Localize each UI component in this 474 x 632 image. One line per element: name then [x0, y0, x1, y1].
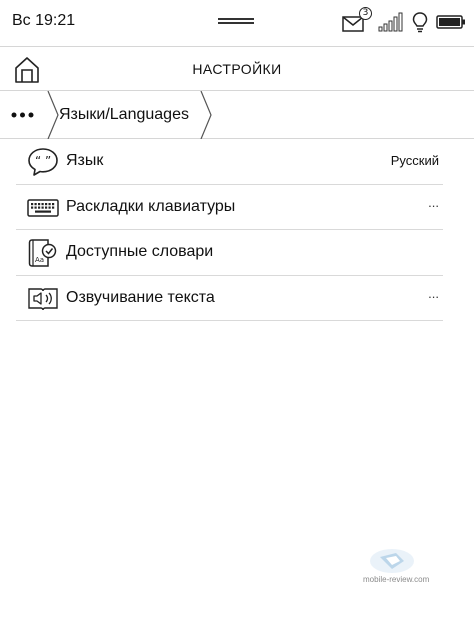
settings-item-language[interactable]: “ ” Язык Русский [16, 139, 443, 185]
signal-icon [378, 12, 403, 32]
more-button[interactable] [0, 91, 48, 139]
mail-icon[interactable]: 3 [342, 7, 372, 33]
dictionary-icon: Aa [28, 239, 57, 267]
mail-count-badge: 3 [359, 7, 372, 20]
svg-text:“ ”: “ ” [35, 154, 51, 168]
status-icons: 3 [342, 7, 466, 34]
settings-item-label: Озвучивание текста [66, 288, 215, 306]
more-options-icon: ... [428, 194, 439, 210]
breadcrumb: Языки/Languages [0, 91, 474, 139]
svg-text:Aa: Aa [35, 256, 44, 264]
speech-bubble-icon: “ ” [28, 148, 58, 176]
bulb-icon [412, 12, 428, 33]
status-bar: Вс 19:21 3 [0, 0, 474, 46]
keyboard-icon [27, 198, 59, 217]
page-title: НАСТРОЙКИ [192, 61, 282, 77]
status-time: Вс 19:21 [12, 12, 76, 29]
header: НАСТРОЙКИ [0, 46, 474, 91]
settings-item-label: Доступные словари [66, 243, 214, 260]
settings-item-dictionaries[interactable]: Aa Доступные словари [16, 230, 443, 276]
speaker-book-icon [28, 287, 58, 310]
settings-item-text-to-speech[interactable]: Озвучивание текста ... [16, 276, 443, 321]
breadcrumb-current[interactable]: Языки/Languages [59, 106, 189, 124]
settings-item-keyboard-layouts[interactable]: Раскладки клавиатуры ... [16, 185, 443, 230]
settings-item-label: Раскладки клавиатуры [66, 197, 236, 215]
settings-item-value: Русский [390, 153, 439, 168]
battery-icon [436, 15, 465, 29]
settings-list: “ ” Язык Русский Раскладки клавиатуры ..… [16, 139, 443, 321]
more-dots-icon [11, 112, 34, 118]
menu-handle-icon[interactable] [218, 18, 254, 24]
watermark-text: mobile-review.com [363, 575, 430, 584]
more-options-icon: ... [428, 285, 439, 301]
settings-item-label: Язык [66, 152, 104, 169]
